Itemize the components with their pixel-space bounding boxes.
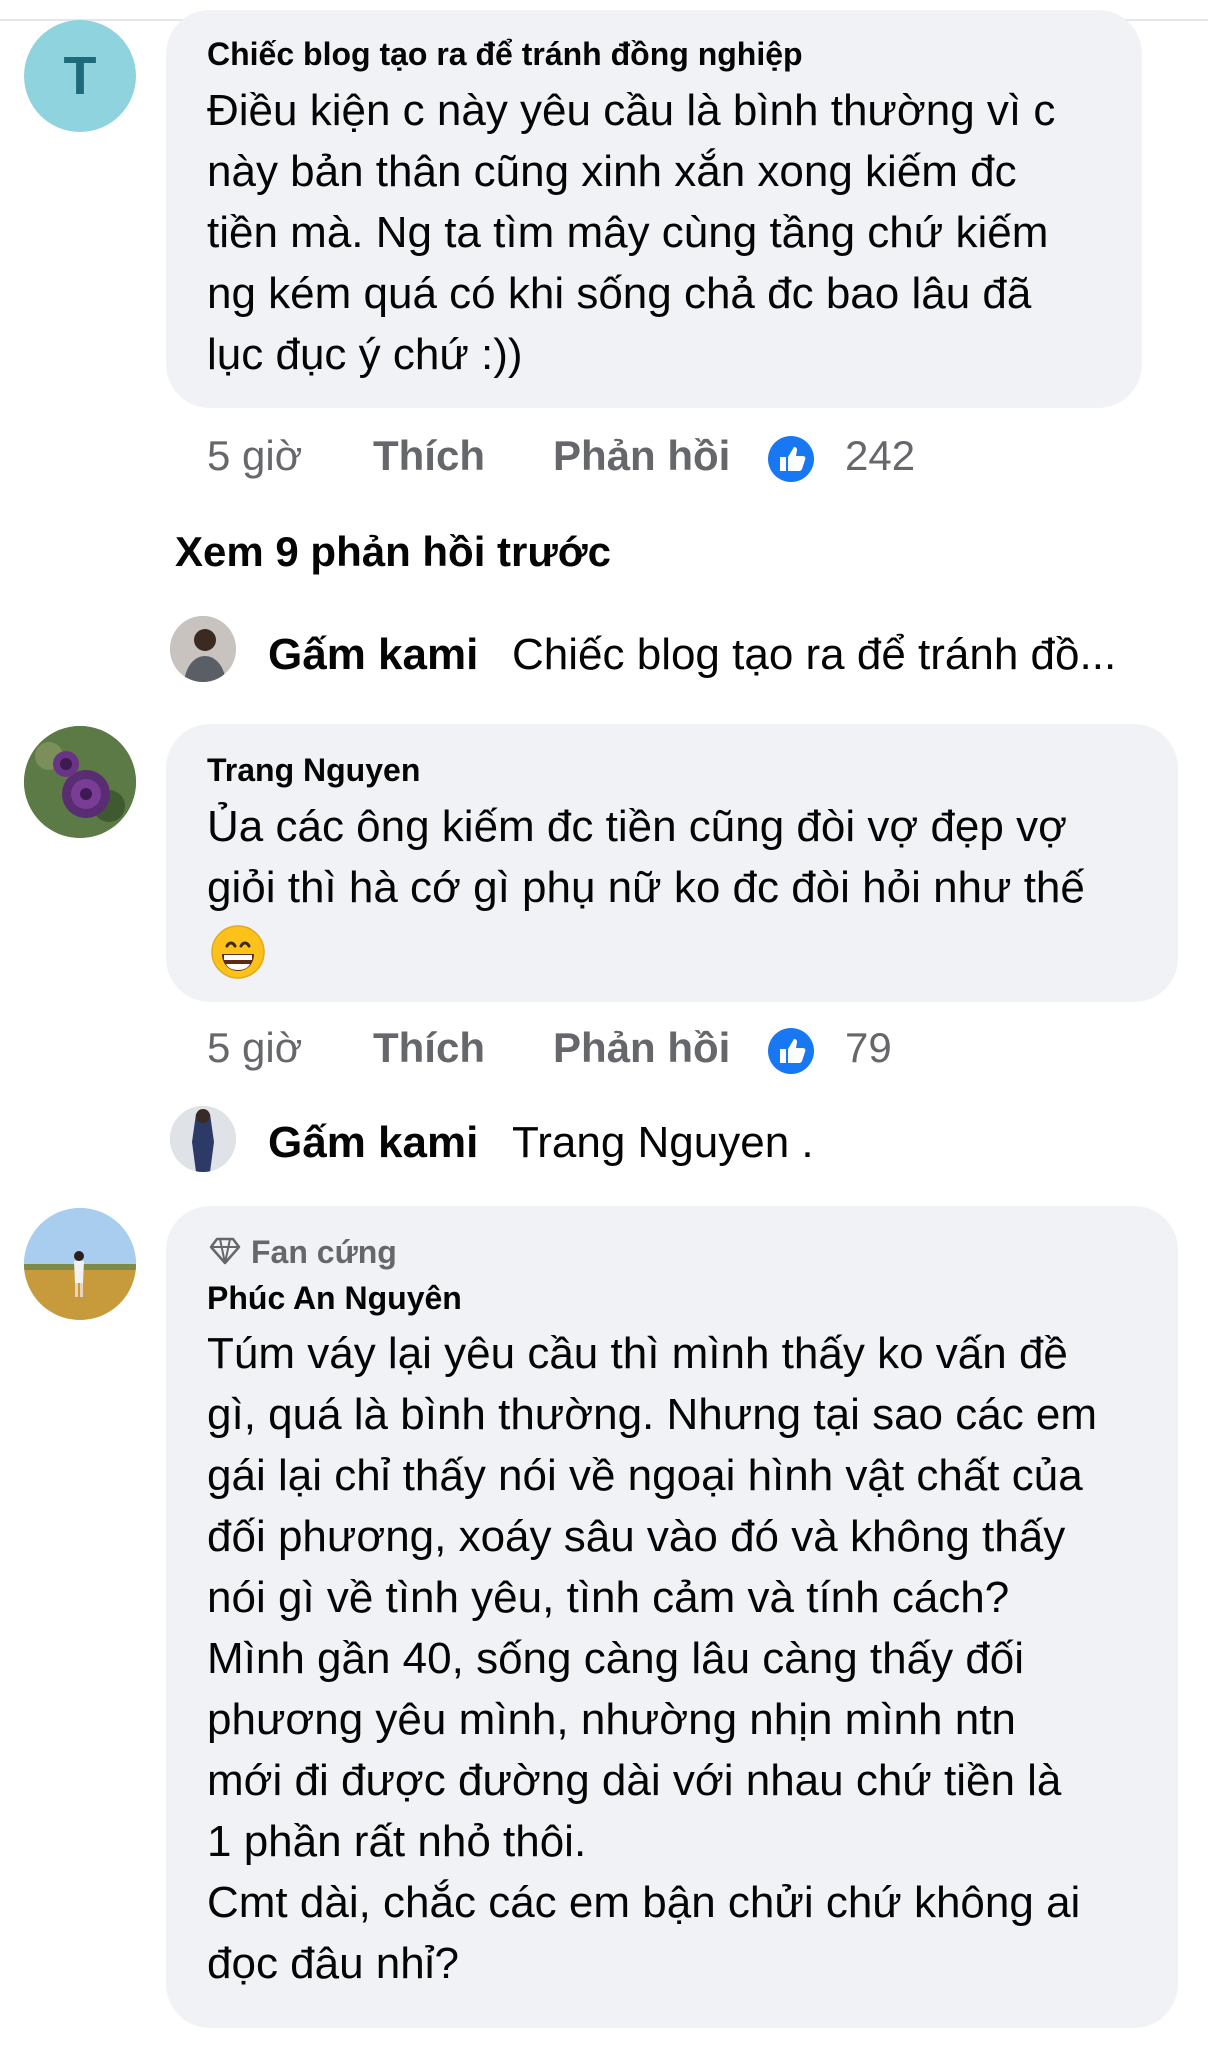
- view-previous-replies-link[interactable]: Xem 9 phản hồi trước: [175, 528, 611, 576]
- reply-snippet-2[interactable]: Trang Nguyen .: [512, 1118, 814, 1168]
- like-button-2[interactable]: Thích: [373, 1024, 485, 1072]
- comment-time-2[interactable]: 5 giờ: [207, 1024, 302, 1072]
- reply-avatar-2[interactable]: [170, 1106, 236, 1172]
- reply-snippet-1[interactable]: Chiếc blog tạo ra để tránh đồ...: [512, 630, 1116, 680]
- comment-author-1[interactable]: Chiếc blog tạo ra để tránh đồng nghiệp: [207, 36, 803, 73]
- person-photo-icon: [170, 1106, 236, 1172]
- reaction-count-1[interactable]: 242: [845, 432, 915, 480]
- reply-button-1[interactable]: Phản hồi: [553, 432, 730, 480]
- diamond-icon: [209, 1236, 241, 1266]
- comment-text-1: Điều kiện c này yêu cầu là bình thường v…: [207, 86, 1056, 379]
- comment-time-1[interactable]: 5 giờ: [207, 432, 302, 480]
- comment-author-3[interactable]: Phúc An Nguyên: [207, 1280, 462, 1317]
- reaction-count-2[interactable]: 79: [845, 1024, 892, 1072]
- person-photo-icon: [170, 616, 236, 682]
- like-button-1[interactable]: Thích: [373, 432, 485, 480]
- like-reaction-icon[interactable]: [768, 436, 814, 482]
- comment-text-2: Ủa các ông kiếm đc tiền cũng đòi vợ đẹp …: [207, 802, 1085, 912]
- fan-badge-label: Fan cứng: [251, 1234, 397, 1270]
- avatar-comment-3[interactable]: [24, 1208, 136, 1320]
- reply-avatar-1[interactable]: [170, 616, 236, 682]
- comment-text-3: Túm váy lại yêu cầu thì mình thấy ko vấn…: [207, 1329, 1098, 1988]
- purple-rose-icon: [24, 726, 136, 838]
- avatar-comment-1[interactable]: T: [24, 20, 136, 132]
- avatar-letter: T: [63, 46, 97, 106]
- reply-author-1[interactable]: Gấm kami: [268, 630, 478, 680]
- like-reaction-icon[interactable]: [768, 1028, 814, 1074]
- reply-author-2[interactable]: Gấm kami: [268, 1118, 478, 1168]
- reply-button-2[interactable]: Phản hồi: [553, 1024, 730, 1072]
- comment-author-2[interactable]: Trang Nguyen: [207, 752, 420, 789]
- field-photo-icon: [24, 1208, 136, 1320]
- avatar-comment-2[interactable]: [24, 726, 136, 838]
- grinning-face-icon: [210, 924, 266, 980]
